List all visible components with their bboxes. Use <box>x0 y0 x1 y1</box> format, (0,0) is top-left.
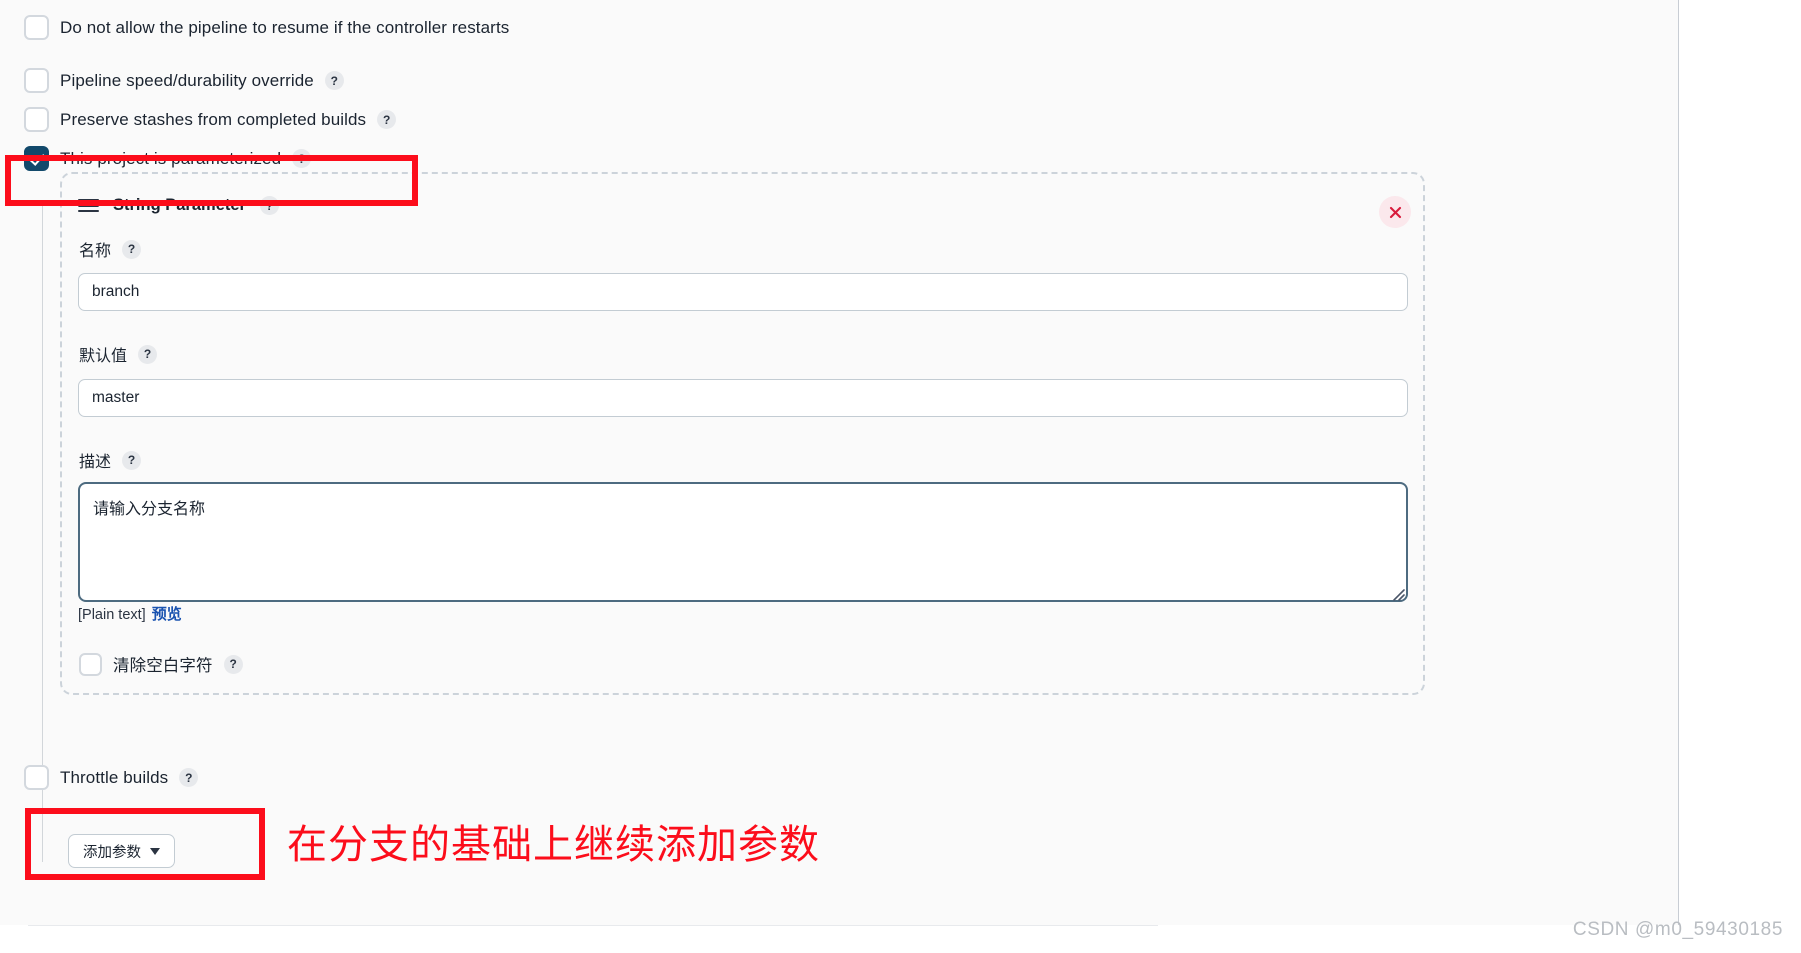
option-label-no-resume: Do not allow the pipeline to resume if t… <box>60 17 510 37</box>
add-parameter-label: 添加参数 <box>83 844 141 861</box>
option-row-speed-durability[interactable]: Pipeline speed/durability override ? <box>24 68 344 93</box>
trim-whitespace-label: 清除空白字符 <box>113 657 213 675</box>
help-icon-string-parameter[interactable]: ? <box>259 196 279 215</box>
markup-formatter-label: [Plain text] <box>78 607 146 623</box>
help-icon-description[interactable]: ? <box>122 450 142 470</box>
section-divider <box>28 925 1158 926</box>
parameter-description-textarea[interactable]: 请输入分支名称 <box>78 482 1408 602</box>
chevron-down-icon <box>150 847 160 855</box>
parameter-name-input[interactable] <box>78 273 1408 311</box>
parameter-card-header: String Parameter ? <box>78 196 279 215</box>
nested-block-guide <box>42 200 43 862</box>
checkbox-no-resume[interactable] <box>24 15 49 40</box>
help-icon-speed-durability[interactable]: ? <box>324 71 344 90</box>
checkbox-preserve-stashes[interactable] <box>24 107 49 132</box>
remove-parameter-button[interactable] <box>1379 196 1411 228</box>
parameter-card-title: String Parameter <box>113 196 246 214</box>
drag-handle-icon[interactable] <box>78 198 99 213</box>
add-parameter-button[interactable]: 添加参数 <box>68 834 175 868</box>
option-row-parameterized[interactable]: This project is parameterized ? <box>24 146 312 171</box>
annotation-note: 在分支的基础上继续添加参数 <box>287 822 820 868</box>
option-label-speed-durability: Pipeline speed/durability override <box>60 70 314 90</box>
help-icon-default-value[interactable]: ? <box>138 344 158 364</box>
name-field-label-group: 名称 ? <box>79 237 142 261</box>
help-icon-trim-whitespace[interactable]: ? <box>223 654 243 674</box>
parameter-default-input[interactable] <box>78 379 1408 417</box>
option-label-throttle-builds: Throttle builds <box>60 767 169 787</box>
checkbox-trim-whitespace[interactable] <box>79 652 102 676</box>
name-field-label: 名称 <box>79 243 112 260</box>
help-icon-throttle-builds[interactable]: ? <box>179 768 199 787</box>
string-parameter-card: String Parameter ? 名称 ? 默认值 ? 描述 ? 请输入分支… <box>60 172 1425 695</box>
option-label-preserve-stashes: Preserve stashes from completed builds <box>60 109 367 129</box>
help-icon-preserve-stashes[interactable]: ? <box>377 110 397 129</box>
help-icon-parameterized[interactable]: ? <box>292 149 312 168</box>
option-row-no-resume[interactable]: Do not allow the pipeline to resume if t… <box>24 15 509 40</box>
option-row-preserve-stashes[interactable]: Preserve stashes from completed builds ? <box>24 107 397 132</box>
content-right-divider <box>1678 0 1679 925</box>
checkbox-throttle-builds[interactable] <box>24 765 49 790</box>
checkbox-speed-durability[interactable] <box>24 68 49 93</box>
watermark-text: CSDN @m0_59430185 <box>1572 919 1783 940</box>
close-icon <box>1389 206 1401 218</box>
option-label-parameterized: This project is parameterized <box>60 148 282 168</box>
markup-formatter-row: [Plain text] 预览 <box>78 603 182 624</box>
trim-whitespace-row[interactable]: 清除空白字符 ? <box>79 652 243 676</box>
description-label: 描述 <box>79 454 112 471</box>
page-root: Do not allow the pipeline to resume if t… <box>0 0 1801 953</box>
checkbox-parameterized[interactable] <box>24 146 49 171</box>
default-value-label-group: 默认值 ? <box>79 342 158 366</box>
option-row-throttle-builds[interactable]: Throttle builds ? <box>24 765 199 790</box>
default-value-label: 默认值 <box>79 348 128 365</box>
help-icon-name[interactable]: ? <box>122 239 142 259</box>
preview-link[interactable]: 预览 <box>152 603 182 624</box>
description-label-group: 描述 ? <box>79 448 142 472</box>
